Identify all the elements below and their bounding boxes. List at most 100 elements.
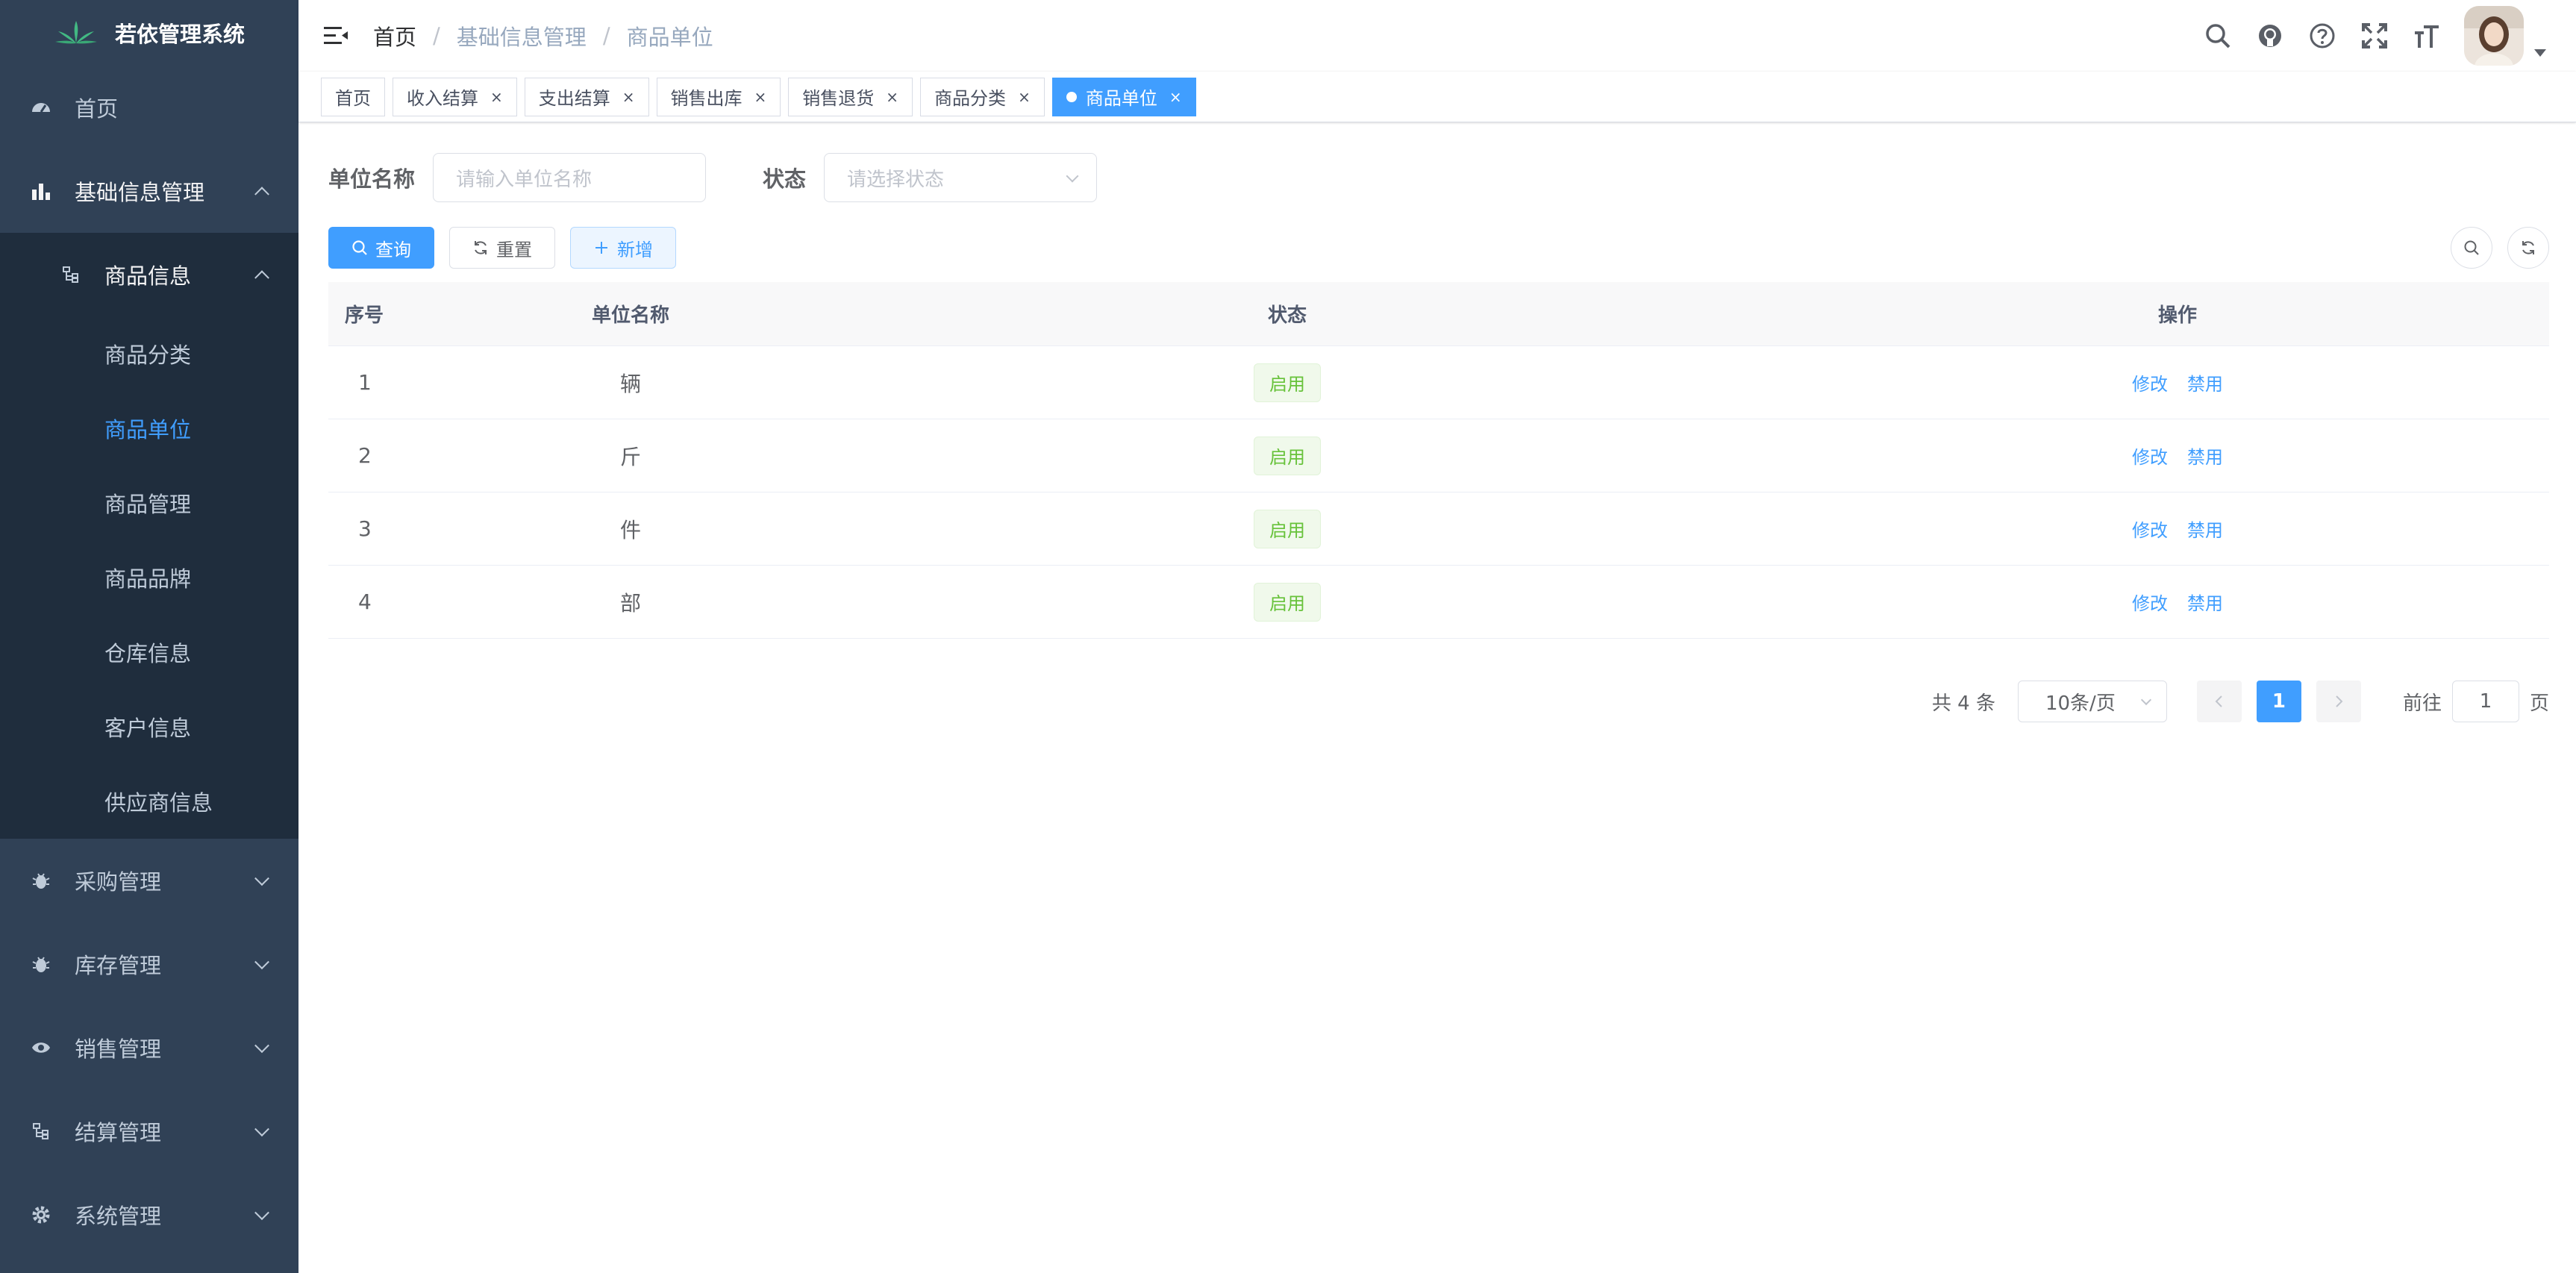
fullscreen-icon[interactable] <box>2360 21 2389 51</box>
sidebar-item-label: 销售管理 <box>75 1036 162 1062</box>
active-dot-icon <box>1066 91 1077 102</box>
close-icon[interactable]: × <box>490 88 503 106</box>
reset-button[interactable]: 重置 <box>449 227 555 269</box>
tag-income-settlement[interactable]: 收入结算 × <box>393 77 517 116</box>
breadcrumb-home[interactable]: 首页 <box>373 20 416 51</box>
sidebar-item-settlement[interactable]: 结算管理 <box>0 1089 298 1173</box>
tag-label: 首页 <box>335 88 371 109</box>
sidebar-item-home[interactable]: 首页 <box>0 66 298 149</box>
sidebar-item-label: 基础信息管理 <box>75 180 205 205</box>
right-toolbar <box>2451 227 2549 269</box>
chevron-down-icon <box>254 871 269 886</box>
tag-product-category[interactable]: 商品分类 × <box>920 77 1045 116</box>
page-number-button[interactable]: 1 <box>2256 681 2301 722</box>
refresh-icon <box>2522 241 2534 254</box>
disable-link[interactable]: 禁用 <box>2187 369 2223 395</box>
chart-icon <box>30 180 52 202</box>
tag-product-unit[interactable]: 商品单位 × <box>1051 77 1196 116</box>
add-button[interactable]: 新增 <box>570 227 676 269</box>
chevron-right-icon <box>2336 695 2343 707</box>
status-select-placeholder: 请选择状态 <box>847 168 945 191</box>
sidebar-item-supplier[interactable]: 供应商信息 <box>0 764 298 839</box>
tag-label: 收入结算 <box>407 88 478 109</box>
disable-link[interactable]: 禁用 <box>2187 589 2223 615</box>
table-row: 3 件 启用 修改 禁用 <box>328 492 2549 566</box>
disable-link[interactable]: 禁用 <box>2187 516 2223 542</box>
sidebar-item-product-category[interactable]: 商品分类 <box>0 316 298 391</box>
sidebar-item-customer[interactable]: 客户信息 <box>0 689 298 764</box>
status-select[interactable]: 请选择状态 <box>824 153 1098 202</box>
chevron-down-icon <box>2140 694 2152 706</box>
breadcrumb: 首页 / 基础信息管理 / 商品单位 <box>373 20 713 51</box>
sidebar-item-basic-info[interactable]: 基础信息管理 <box>0 149 298 233</box>
edit-link[interactable]: 修改 <box>2132 589 2168 615</box>
close-icon[interactable]: × <box>1018 88 1031 106</box>
row-index: 2 <box>358 443 372 468</box>
tag-expense-settlement[interactable]: 支出结算 × <box>524 77 649 116</box>
app-title: 若依管理系统 <box>114 22 245 47</box>
font-size-icon[interactable] <box>2412 21 2442 51</box>
tree-icon <box>60 263 82 286</box>
sidebar-item-warehouse[interactable]: 仓库信息 <box>0 615 298 689</box>
search-icon <box>352 240 367 255</box>
reset-button-label: 重置 <box>496 239 532 260</box>
close-icon[interactable]: × <box>1169 88 1182 106</box>
sidebar-item-product-manage[interactable]: 商品管理 <box>0 466 298 540</box>
unit-name-label: 单位名称 <box>328 166 416 192</box>
toggle-search-button[interactable] <box>2451 227 2492 269</box>
sidebar-item-label: 采购管理 <box>75 869 162 895</box>
next-page-button[interactable] <box>2316 681 2361 722</box>
user-avatar-dropdown[interactable] <box>2464 6 2546 66</box>
query-form: 单位名称 请输入单位名称 状态 请选择状态 <box>328 152 1098 203</box>
github-icon[interactable] <box>2255 21 2285 51</box>
page-jumper: 前往 1 页 <box>2403 681 2549 722</box>
edit-link[interactable]: 修改 <box>2132 369 2168 395</box>
status-badge: 启用 <box>1254 582 1321 622</box>
help-icon[interactable] <box>2307 21 2337 51</box>
breadcrumb-basic-info: 基础信息管理 <box>456 25 587 50</box>
logo-icon <box>54 21 97 44</box>
edit-link[interactable]: 修改 <box>2132 516 2168 542</box>
toolbar: 查询 重置 新增 <box>328 227 676 269</box>
search-icon[interactable] <box>2203 21 2233 51</box>
edit-link[interactable]: 修改 <box>2132 442 2168 469</box>
sidebar-item-inventory[interactable]: 库存管理 <box>0 922 298 1006</box>
dashboard-icon <box>30 96 52 119</box>
goto-page-input[interactable]: 1 <box>2451 681 2519 722</box>
breadcrumb-current: 商品单位 <box>626 25 713 50</box>
sidebar-item-product-brand[interactable]: 商品品牌 <box>0 540 298 615</box>
tag-sales-outbound[interactable]: 销售出库 × <box>656 77 781 116</box>
prev-page-button[interactable] <box>2196 681 2242 722</box>
sidebar-item-system[interactable]: 系统管理 <box>0 1173 298 1257</box>
sidebar-item-product-info[interactable]: 商品信息 <box>0 233 298 316</box>
sidebar-item-sales[interactable]: 销售管理 <box>0 1006 298 1089</box>
status-badge: 启用 <box>1254 363 1321 402</box>
sidebar-item-purchase[interactable]: 采购管理 <box>0 839 298 922</box>
sidebar: 若依管理系统 首页 基础信息管理 商品信息 商品分类 商品单位 商品管理 商品品… <box>0 0 298 1273</box>
page-size-value: 10条/页 <box>2045 692 2116 715</box>
search-button[interactable]: 查询 <box>328 227 434 269</box>
unit-table: 序号 单位名称 状态 操作 1 辆 启用 修改 禁用 2 斤 启用 修改 禁用 3 … <box>328 282 2549 639</box>
refresh-button[interactable] <box>2507 227 2549 269</box>
sidebar-item-product-unit[interactable]: 商品单位 <box>0 391 298 466</box>
tag-home[interactable]: 首页 <box>321 77 385 116</box>
right-menu <box>2203 0 2546 72</box>
eye-icon <box>30 1036 52 1059</box>
disable-link[interactable]: 禁用 <box>2187 442 2223 469</box>
row-unit-name: 斤 <box>619 444 641 469</box>
column-header-operations: 操作 <box>2157 304 2197 327</box>
close-icon[interactable]: × <box>754 88 767 106</box>
breadcrumb-separator: / <box>433 23 440 49</box>
hamburger-button[interactable] <box>298 0 373 72</box>
close-icon[interactable]: × <box>886 88 898 106</box>
status-label: 状态 <box>763 166 807 192</box>
sidebar-item-label: 首页 <box>75 96 119 122</box>
column-header-status: 状态 <box>1267 304 1307 327</box>
tag-sales-return[interactable]: 销售退货 × <box>788 77 913 116</box>
chevron-down-icon <box>1066 169 1079 183</box>
unit-name-input[interactable]: 请输入单位名称 <box>433 153 707 202</box>
page-size-select[interactable]: 10条/页 <box>2017 681 2167 722</box>
close-icon[interactable]: × <box>622 88 635 106</box>
sidebar-item-label: 结算管理 <box>75 1120 162 1145</box>
logo[interactable]: 若依管理系统 <box>0 0 298 66</box>
